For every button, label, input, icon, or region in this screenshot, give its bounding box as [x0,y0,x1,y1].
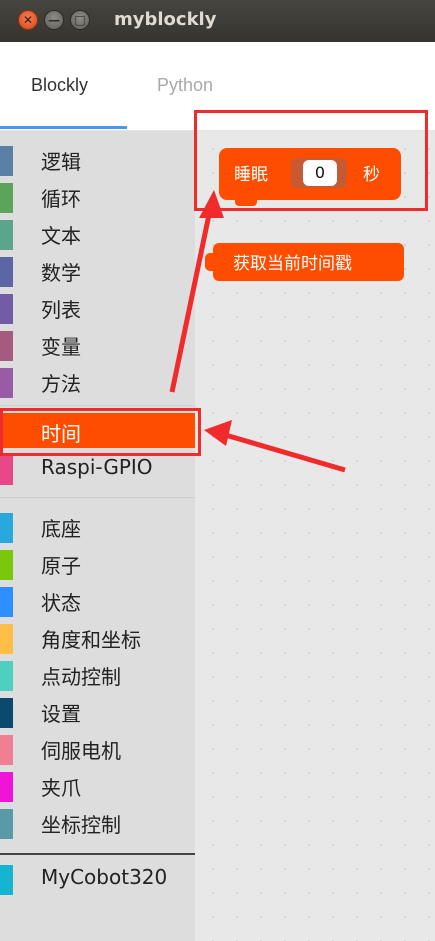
arrow-head-left [204,420,232,446]
arrow-to-blocks [169,204,214,393]
arrow-to-time-category [221,431,346,473]
app-window: ✕ — □ myblockly Blockly Python 逻辑 循环 文本 … [0,0,435,941]
annotation-arrows [169,190,346,473]
arrow-head-up [199,190,224,218]
